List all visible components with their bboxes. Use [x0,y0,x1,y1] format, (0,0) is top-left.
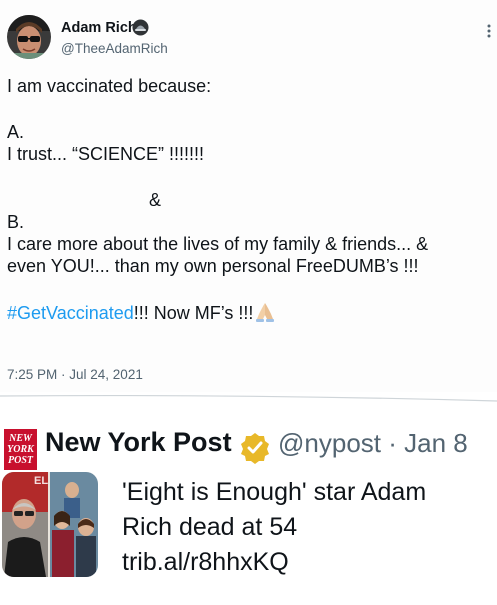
tweet-line: even YOU!... than my own personal FreeDU… [7,256,419,276]
hat-icon [132,19,149,36]
logo-word: POST [8,455,34,466]
tweet-line-hashtag: #GetVaccinated!!! Now MF’s !!! [7,301,492,323]
quoted-line: Rich dead at 54 [122,513,298,541]
quoted-text: 'Eight is Enough' star Adam Rich dead at… [122,475,492,580]
tweet-line: A. [7,122,25,142]
tweet-text: I am vaccinated because: A. I trust... “… [7,75,492,323]
quoted-tweet[interactable]: NEW YORK POST New York Post @nypost · Ja… [0,406,497,605]
author-name[interactable]: Adam Rich [61,20,137,36]
svg-text:EL: EL [34,475,48,487]
author-avatar[interactable] [7,15,51,59]
article-thumbnail[interactable]: EL [2,472,98,577]
tweet-line: I am vaccinated because: [7,76,212,96]
author-handle[interactable]: @TheeAdamRich [61,41,168,56]
quoted-line: 'Eight is Enough' star Adam [122,478,427,506]
logo-word: NEW [8,433,33,444]
quoted-handle-date[interactable]: @nypost · Jan 8 [278,428,468,459]
folded-hands-icon [254,301,276,328]
nypost-logo[interactable]: NEW YORK POST [4,429,37,470]
quoted-link[interactable]: trib.al/r8hhxKQ [122,545,492,580]
hashtag-tail: !!! Now MF’s !!! [133,303,254,323]
hashtag-link[interactable]: #GetVaccinated [7,303,134,323]
verified-gold-icon [238,431,272,465]
divider [0,392,497,406]
tweet-line: B. [7,212,25,232]
logo-word: YORK [7,444,35,455]
tweet-timestamp[interactable]: 7:25 PM · Jul 24, 2021 [7,367,143,382]
quoted-author-name[interactable]: New York Post [45,427,232,458]
tweet-line: & [149,190,162,210]
more-icon[interactable] [487,24,491,38]
tweet: Adam Rich @TheeAdamRich I am vaccinated … [0,0,497,392]
tweet-line: I trust... “SCIENCE” !!!!!!! [7,144,205,164]
tweet-line: I care more about the lives of my family… [7,234,429,254]
